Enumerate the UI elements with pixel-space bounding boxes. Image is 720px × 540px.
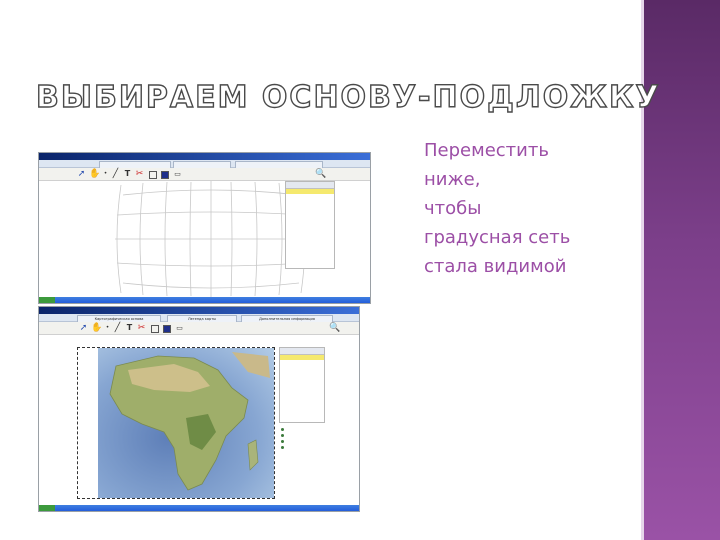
caption-line: стала видимой [424,256,567,277]
bullet-icon [281,428,284,431]
screenshot-base-map: Картографическая основа Легенда карты До… [38,306,360,512]
tab-bar: Картографическая основа Легенда карты До… [39,314,359,322]
square-filled-icon[interactable] [163,325,171,333]
layers-panel [279,347,325,423]
bullet-icon [281,434,284,437]
window-titlebar [39,153,370,160]
zoom-icon[interactable]: 🔍 [329,323,340,333]
layers-panel-header [280,348,324,355]
tab-extra-info[interactable] [235,161,323,168]
square-outline-icon[interactable] [151,325,159,333]
bullet-icon [281,440,284,443]
tab-bar [39,160,370,168]
text-icon[interactable]: T [125,323,134,333]
arrow-icon[interactable]: ➚ [77,169,86,179]
zoom-icon[interactable]: 🔍 [315,169,326,179]
drawing-toolbar: ➚ ✋ • ╱ T ✂ ▭ 🔍 [39,322,359,335]
caption-line: Переместить [424,140,549,161]
shapes-icon[interactable]: ▭ [173,169,182,179]
layers-panel [285,181,335,269]
text-icon[interactable]: T [123,169,132,179]
slide-caption: Переместить ниже, чтобы градусная сеть с… [424,136,634,281]
caption-line: градусная сеть [424,227,571,248]
start-button[interactable] [39,297,55,303]
taskbar [39,297,370,303]
layer-item[interactable] [280,360,324,365]
screenshot-graticule: ➚ ✋ • ╱ T ✂ ▭ 🔍 [38,152,371,304]
hand-icon[interactable]: ✋ [89,169,100,179]
layers-panel-header [286,182,334,189]
line-icon[interactable]: ╱ [111,169,120,179]
scissors-icon[interactable]: ✂ [137,323,146,333]
line-icon[interactable]: ╱ [113,323,122,333]
caption-line: ниже, [424,169,481,190]
bullet-icon [281,446,284,449]
square-outline-icon[interactable] [149,171,157,179]
point-icon[interactable]: • [103,323,112,333]
tab-extra-info[interactable]: Дополнительная информация [241,315,333,322]
scissors-icon[interactable]: ✂ [135,169,144,179]
graticule-grid [115,181,307,297]
properties-list [279,427,323,497]
base-map-image [98,348,274,498]
slide-title: ВЫБИРАЕМ ОСНОВУ-ПОДЛОЖКУ [35,79,661,115]
map-canvas[interactable] [77,347,275,499]
drawing-toolbar: ➚ ✋ • ╱ T ✂ ▭ 🔍 [39,168,370,181]
arrow-icon[interactable]: ➚ [79,323,88,333]
hand-icon[interactable]: ✋ [91,323,102,333]
caption-line: чтобы [424,198,482,219]
taskbar [39,505,359,511]
start-button[interactable] [39,505,55,511]
tab-base-map[interactable] [99,161,171,168]
shapes-icon[interactable]: ▭ [175,323,184,333]
africa-map-shape [109,352,270,491]
tab-legend[interactable]: Легенда карты [167,315,237,322]
property-item[interactable] [279,445,323,451]
graticule-canvas[interactable] [113,181,309,297]
tab-legend[interactable] [173,161,231,168]
tab-base-map[interactable]: Картографическая основа [77,315,161,322]
layer-item-selected[interactable] [286,189,334,194]
window-titlebar [39,307,359,314]
layers-panel-note [286,250,334,252]
point-icon[interactable]: • [101,169,110,179]
square-filled-icon[interactable] [161,171,169,179]
